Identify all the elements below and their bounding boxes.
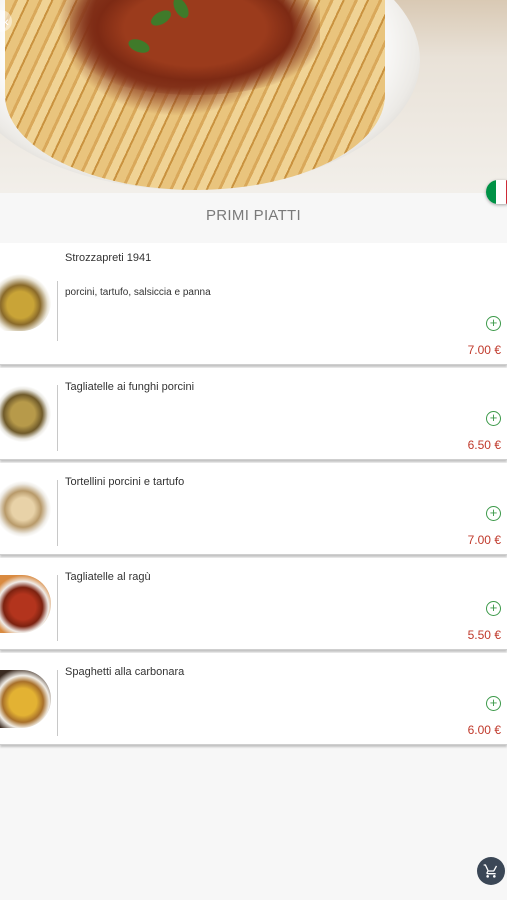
cart-button[interactable] xyxy=(477,857,505,885)
dish-price: 5.50 € xyxy=(467,628,501,642)
dish-price: 6.50 € xyxy=(467,438,501,452)
dish-name: Tortellini porcini e tartufo xyxy=(65,476,185,488)
divider xyxy=(57,385,58,451)
divider xyxy=(57,480,58,546)
add-to-cart-icon[interactable]: + xyxy=(486,601,501,616)
dish-name: Tagliatelle al ragù xyxy=(65,571,151,583)
add-to-cart-icon[interactable]: + xyxy=(486,316,501,331)
dish-name: Tagliatelle ai funghi porcini xyxy=(65,381,195,393)
dish-description: porcini, tartufo, salsiccia e panna xyxy=(65,287,211,298)
add-to-cart-icon[interactable]: + xyxy=(486,696,501,711)
shopping-cart-icon xyxy=(483,864,498,878)
menu-item-card[interactable]: Spaghetti alla carbonara + 6.00 € xyxy=(0,653,507,745)
dish-price: 7.00 € xyxy=(467,533,501,547)
ragu-sauce xyxy=(70,0,320,95)
menu-item-card[interactable]: Tortellini porcini e tartufo + 7.00 € xyxy=(0,463,507,555)
menu-item-card[interactable]: Tagliatelle al ragù + 5.50 € xyxy=(0,558,507,650)
dish-price: 6.00 € xyxy=(467,723,501,737)
dish-thumbnail xyxy=(0,273,51,331)
dish-thumbnail xyxy=(0,575,51,633)
divider xyxy=(57,281,58,341)
dish-name: Strozzapreti 1941 xyxy=(65,252,152,264)
divider xyxy=(57,575,58,641)
menu-item-card[interactable]: Strozzapreti 1941 porcini, tartufo, sals… xyxy=(0,243,507,365)
menu-item-card[interactable]: Tagliatelle ai funghi porcini + 6.50 € xyxy=(0,368,507,460)
dish-price: 7.00 € xyxy=(467,343,501,357)
dish-thumbnail xyxy=(0,385,51,443)
divider xyxy=(57,670,58,736)
dish-thumbnail xyxy=(0,670,51,728)
dish-thumbnail xyxy=(0,480,51,538)
dish-name: Spaghetti alla carbonara xyxy=(65,666,185,678)
add-to-cart-icon[interactable]: + xyxy=(486,506,501,521)
section-title: PRIMI PIATTI xyxy=(206,207,301,224)
add-to-cart-icon[interactable]: + xyxy=(486,411,501,426)
hero-image: ‹ xyxy=(0,0,507,193)
